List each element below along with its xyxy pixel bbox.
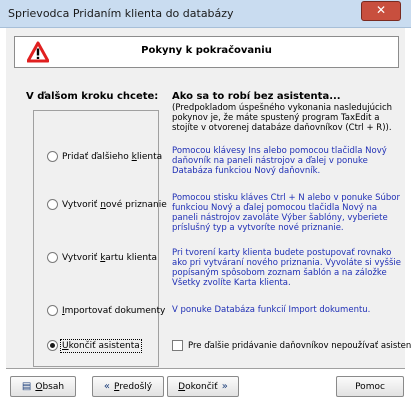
previous-button[interactable]: « Predošlý <box>92 376 164 397</box>
add-client-instructions: Pomocou klávesy Ins alebo pomocou tlačid… <box>172 146 387 176</box>
option-label: Importovať dokumenty <box>62 305 166 316</box>
title-bar: Sprievodca Pridaním klienta do databázy … <box>0 0 411 28</box>
contents-label: Obsah <box>35 381 65 392</box>
radio-import-documents[interactable] <box>47 305 58 316</box>
option-label: Ukončiť asistenta <box>60 338 142 353</box>
intro-text: (Predpokladom úspešného vykonania nasled… <box>172 103 393 133</box>
banner-title: Pokyny k pokračovaniu <box>141 45 272 56</box>
option-import-documents[interactable]: Importovať dokumenty <box>47 305 165 316</box>
client-card-instructions: Pri tvorení karty klienta budete postupo… <box>172 248 401 288</box>
previous-label: Predošlý <box>114 381 153 392</box>
close-button[interactable]: ✕ <box>361 1 401 21</box>
option-label: Pridať ďalšieho klienta <box>62 151 163 162</box>
option-label: Vytvoriť nové priznanie <box>62 199 167 210</box>
radio-client-card[interactable] <box>47 252 58 263</box>
double-chevron-left-icon: « <box>103 381 111 392</box>
radio-end-assistant[interactable] <box>47 340 58 351</box>
option-new-return[interactable]: Vytvoriť nové priznanie <box>47 199 167 210</box>
double-chevron-right-icon: » <box>221 381 228 392</box>
import-instructions: V ponuke Databáza funkcií Import dokumen… <box>172 305 371 315</box>
window-title: Sprievodca Pridaním klienta do databázy <box>8 7 234 20</box>
skip-assistant-checkbox[interactable] <box>172 340 183 351</box>
book-icon: ▤ <box>21 381 32 392</box>
instructions-banner: Pokyny k pokračovaniu <box>14 36 399 68</box>
next-step-heading: V ďalšom kroku chcete: <box>26 91 159 102</box>
radio-add-client[interactable] <box>47 151 58 162</box>
option-client-card[interactable]: Vytvoriť kartu klienta <box>47 252 157 263</box>
option-add-client[interactable]: Pridať ďalšieho klienta <box>47 151 162 162</box>
option-label: Vytvoriť kartu klienta <box>62 252 158 263</box>
skip-assistant-label: Pre ďalšie pridávanie daňovníkov nepouží… <box>188 340 411 351</box>
finish-button[interactable]: Dokončiť » <box>167 376 239 397</box>
new-return-instructions: Pomocou stisku kláves Ctrl + N alebo v p… <box>172 193 400 233</box>
contents-button[interactable]: ▤ Obsah <box>10 376 76 397</box>
finish-label: Dokončiť <box>178 381 218 392</box>
footer-separator <box>6 368 405 372</box>
option-end-assistant[interactable]: Ukončiť asistenta <box>47 338 142 353</box>
skip-assistant-option[interactable]: Pre ďalšie pridávanie daňovníkov nepouží… <box>172 340 411 351</box>
options-group <box>33 110 159 367</box>
how-to-heading: Ako sa to robí bez asistenta... <box>172 91 341 102</box>
help-button[interactable]: Pomoc <box>336 376 404 397</box>
radio-new-return[interactable] <box>47 199 58 210</box>
